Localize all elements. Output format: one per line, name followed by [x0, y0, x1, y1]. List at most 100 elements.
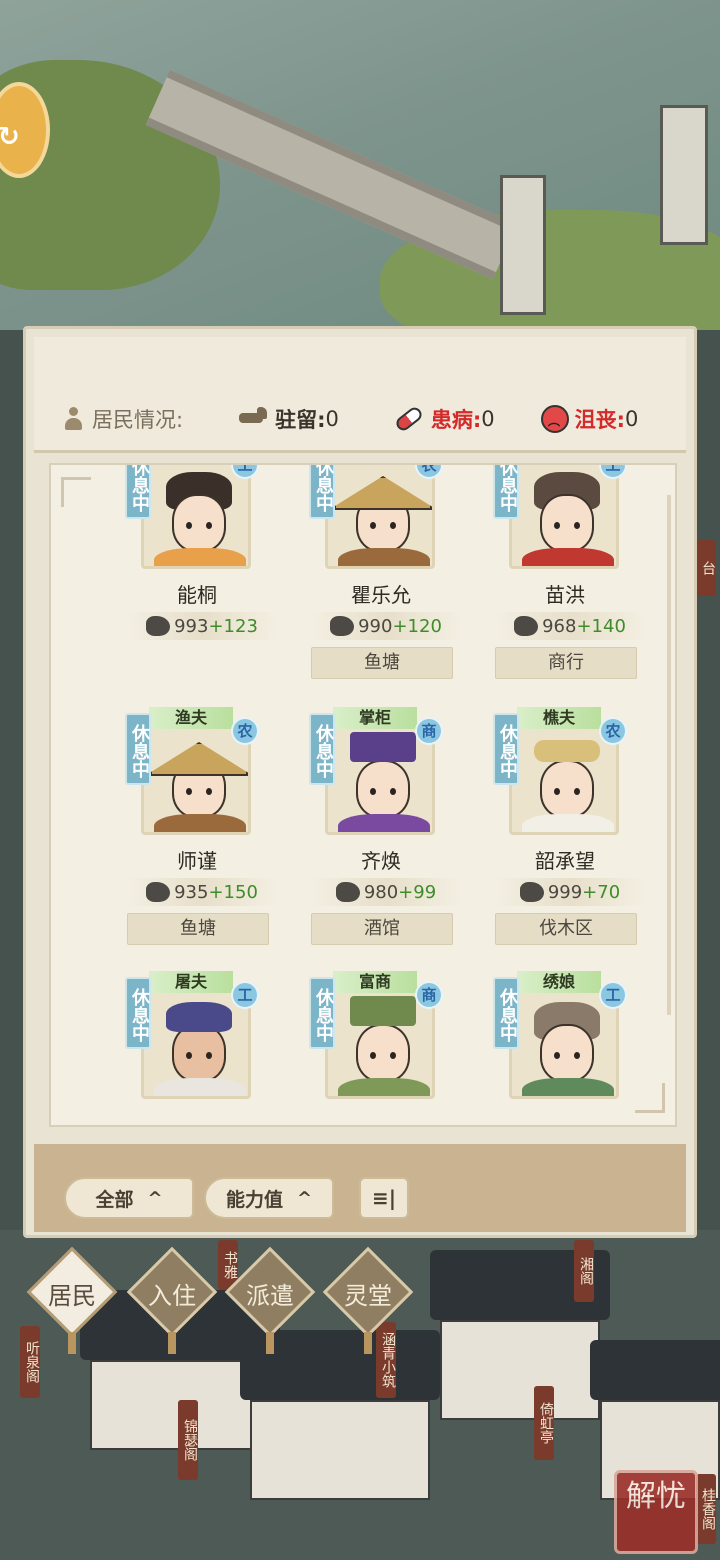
- map-sign[interactable]: 倚虹亭: [534, 1386, 554, 1460]
- ability-value: 999 +70: [495, 878, 645, 906]
- profession-badge: 农: [231, 717, 259, 745]
- profession-badge: 农: [599, 717, 627, 745]
- tab-residents[interactable]: 居民: [26, 1246, 118, 1354]
- person-icon: [64, 407, 82, 431]
- ability-base: 993: [174, 615, 209, 637]
- horse-icon: [235, 407, 271, 431]
- list-scrollbar[interactable]: [667, 495, 671, 1015]
- ability-value: 980 +99: [311, 878, 461, 906]
- category-filter-button[interactable]: 全部 ^: [64, 1177, 194, 1219]
- sick-stat: 患病: 0: [393, 404, 495, 434]
- game-logo-seal[interactable]: 解忧: [614, 1470, 698, 1554]
- profession-badge: 商: [415, 717, 443, 745]
- depressed-label: 沮丧:: [574, 408, 626, 432]
- resident-status-row: 居民情况: 驻留: 0 患病: 0 沮丧: 0: [64, 401, 684, 437]
- ability-bonus: +150: [208, 881, 258, 903]
- resident-card[interactable]: 屠夫 休息中 工: [125, 971, 297, 1125]
- resident-card[interactable]: 樵夫 休息中 农 韶承望 999 +70 伐木区: [493, 707, 665, 973]
- pagoda-lantern: [660, 105, 708, 245]
- depressed-stat: 沮丧: 0: [540, 404, 639, 434]
- resident-card[interactable]: 渔夫 休息中 农 师谨 935 +150 鱼塘: [125, 707, 297, 973]
- resident-name: 苗洪: [545, 583, 585, 607]
- tab-tassel: [364, 1332, 372, 1354]
- tab-label: 灵堂: [344, 1282, 392, 1310]
- resident-card[interactable]: 休息中 工 能桐 993 +123: [125, 465, 297, 707]
- resident-status-label-wrap: 居民情况:: [64, 404, 183, 434]
- resident-card[interactable]: 富商 休息中 商: [309, 971, 481, 1125]
- resident-card[interactable]: 绣娘 休息中 工: [493, 971, 665, 1125]
- resident-card[interactable]: 掌柜 休息中 商 齐焕 980 +99 酒馆: [309, 707, 481, 973]
- tab-check-in[interactable]: 入住: [126, 1246, 218, 1354]
- tab-label: 居民: [48, 1282, 96, 1310]
- map-sign[interactable]: 锦瑟阁: [178, 1400, 198, 1480]
- map-sign[interactable]: 台: [696, 540, 716, 596]
- category-filter-label: 全部: [95, 1188, 134, 1211]
- swirl-icon: ↻: [0, 122, 20, 152]
- fist-icon: [146, 882, 171, 902]
- ability-value: 990 +120: [311, 612, 461, 640]
- town-edge: [0, 330, 24, 1230]
- stationed-label: 驻留:: [275, 408, 326, 432]
- depressed-value: 0: [625, 407, 639, 431]
- workplace-button[interactable]: 伐木区: [495, 913, 637, 945]
- sick-label: 患病:: [430, 408, 482, 432]
- ability-base: 990: [358, 615, 393, 637]
- resting-tag: 休息中: [309, 465, 335, 519]
- sort-field-label: 能力值: [225, 1188, 283, 1211]
- resting-tag: 休息中: [309, 977, 335, 1049]
- workplace-button[interactable]: 商行: [495, 647, 637, 679]
- chevron-up-icon: ^: [147, 1187, 163, 1209]
- workplace-button[interactable]: 鱼塘: [127, 913, 269, 945]
- map-sign[interactable]: 桂香阁: [696, 1474, 716, 1544]
- resident-list[interactable]: 休息中 工 能桐 993+123 休息中 农 瞿乐允 990+120 鱼塘: [49, 463, 677, 1127]
- map-sign[interactable]: 听泉阁: [20, 1326, 40, 1398]
- pill-icon: [393, 404, 425, 434]
- resting-tag: 休息中: [309, 713, 335, 785]
- resident-portrait: [509, 465, 619, 569]
- tab-memorial-hall[interactable]: 灵堂: [322, 1246, 414, 1354]
- ability-bonus: +140: [576, 615, 626, 637]
- job-title: 掌柜: [333, 707, 417, 729]
- ability-value: 968 +140: [495, 612, 645, 640]
- resident-card[interactable]: 休息中 农 瞿乐允 990 +120 鱼塘: [309, 465, 481, 707]
- ability-bonus: +70: [582, 881, 621, 903]
- sick-value: 0: [481, 407, 495, 431]
- tab-tassel: [68, 1332, 76, 1354]
- profession-badge: 商: [415, 981, 443, 1009]
- ability-base: 980: [363, 881, 399, 903]
- workplace-button[interactable]: 酒馆: [311, 913, 453, 945]
- resting-tag: 休息中: [493, 977, 519, 1049]
- tab-dispatch[interactable]: 派遣: [224, 1246, 316, 1354]
- resident-name: 瞿乐允: [351, 583, 411, 607]
- corner-ornament: [61, 477, 91, 507]
- ability-bonus: +120: [392, 615, 442, 637]
- fist-icon: [519, 882, 544, 902]
- sort-field-button[interactable]: 能力值 ^: [204, 1177, 334, 1219]
- resting-tag: 休息中: [493, 465, 519, 519]
- resting-tag: 休息中: [493, 713, 519, 785]
- resident-card[interactable]: 休息中 工 苗洪 968 +140 商行: [493, 465, 665, 707]
- ability-value: 935 +150: [127, 878, 277, 906]
- resting-tag: 休息中: [125, 977, 151, 1049]
- ability-value: 993 +123: [127, 612, 277, 640]
- job-title: 樵夫: [517, 707, 601, 729]
- resident-panel: 居民情况: 驻留: 0 患病: 0 沮丧: 0: [23, 326, 697, 1238]
- resident-status-label: 居民情况:: [92, 408, 184, 432]
- profession-badge: 工: [599, 981, 627, 1009]
- fist-icon: [514, 616, 539, 636]
- map-sign[interactable]: 湘阁: [574, 1240, 594, 1302]
- job-title: 渔夫: [149, 707, 233, 729]
- fist-icon: [335, 882, 360, 902]
- sort-order-button[interactable]: ≡|: [359, 1177, 409, 1219]
- ability-bonus: +99: [398, 881, 437, 903]
- town-edge: [696, 330, 720, 1230]
- tab-label: 入住: [148, 1282, 196, 1310]
- resident-portrait: [325, 465, 435, 569]
- workplace-button[interactable]: 鱼塘: [311, 647, 453, 679]
- sad-face-icon: [540, 405, 569, 433]
- stationed-stat: 驻留: 0: [235, 404, 339, 434]
- job-title: 绣娘: [517, 971, 601, 993]
- resident-portrait: [141, 465, 251, 569]
- ability-base: 968: [542, 615, 577, 637]
- resting-tag: 休息中: [125, 713, 151, 785]
